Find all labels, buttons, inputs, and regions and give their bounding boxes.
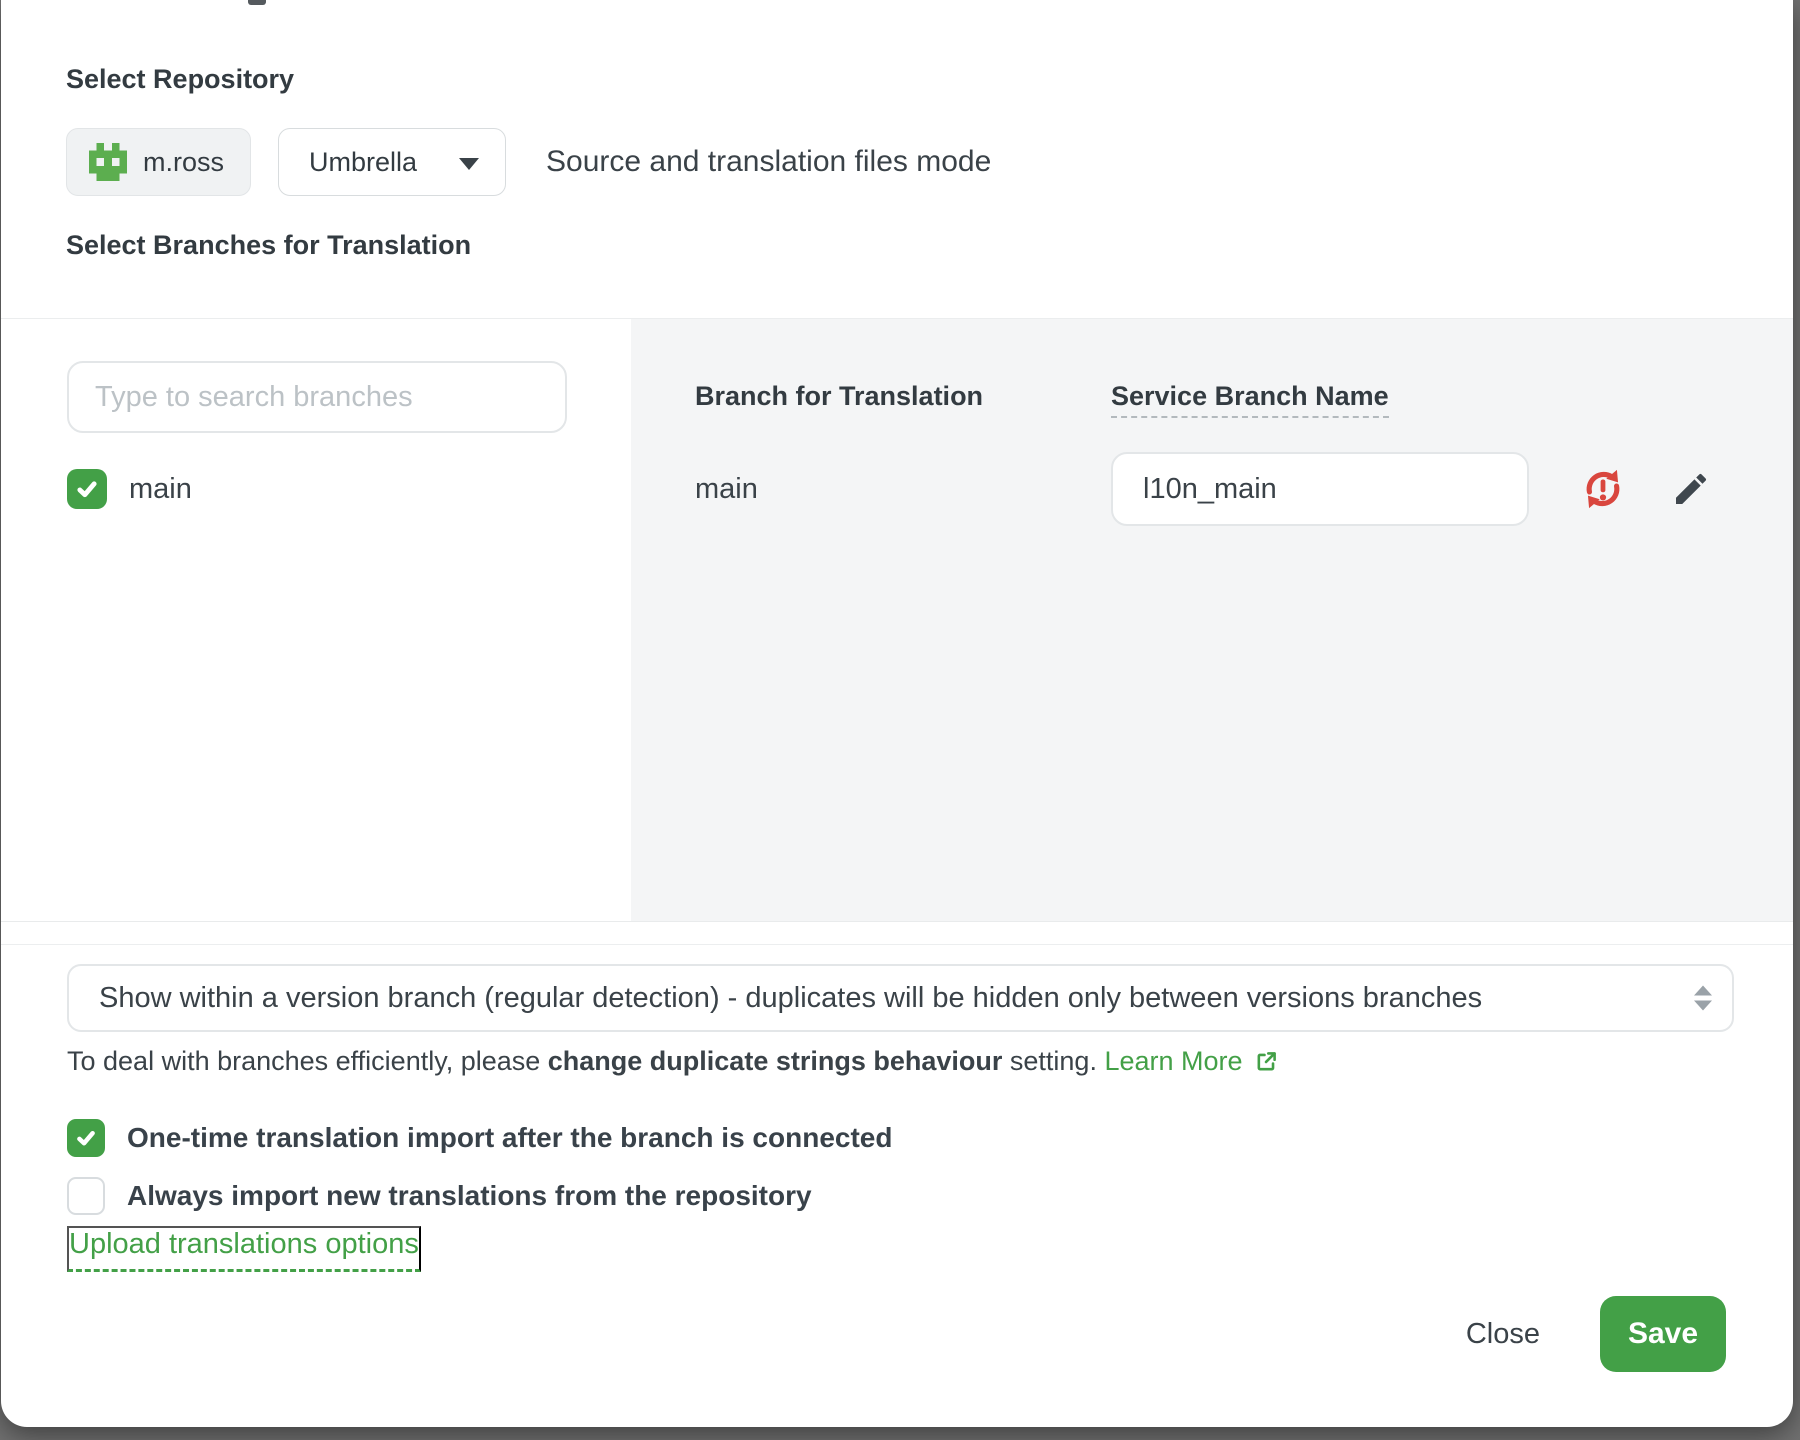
branch-name-label: main: [129, 473, 192, 506]
service-branch-row: main: [695, 452, 1793, 526]
identicon-avatar: [89, 143, 127, 181]
help-prefix: To deal with branches efficiently, pleas…: [67, 1046, 548, 1077]
repository-select[interactable]: Umbrella: [278, 128, 506, 196]
checkmark-icon: [74, 476, 100, 502]
close-button[interactable]: Close: [1460, 1308, 1546, 1361]
save-button[interactable]: Save: [1600, 1296, 1726, 1372]
select-branches-heading: Select Branches for Translation: [66, 230, 471, 261]
translation-branch-name: main: [695, 473, 1111, 506]
import-options: One-time translation import after the br…: [67, 1114, 892, 1220]
repository-settings-dialog: Select Repository m.ross Umbrella Source…: [1, 0, 1793, 1427]
dialog-footer: Close Save: [1460, 1296, 1726, 1372]
learn-more-label: Learn More: [1104, 1046, 1242, 1077]
always-import-option[interactable]: Always import new translations from the …: [67, 1172, 892, 1220]
account-name: m.ross: [143, 147, 224, 178]
service-branch-panel: Branch for Translation Service Branch Na…: [631, 319, 1793, 921]
sync-warning-icon[interactable]: [1581, 467, 1625, 511]
duplicate-strings-select-value: Show within a version branch (regular de…: [69, 982, 1732, 1015]
checkmark-icon: [74, 1126, 98, 1150]
help-bold: change duplicate strings behaviour: [548, 1046, 1003, 1077]
pencil-icon[interactable]: [1671, 469, 1711, 509]
one-time-import-label: One-time translation import after the br…: [127, 1122, 892, 1154]
service-branch-name-header: Service Branch Name: [1111, 381, 1389, 418]
chevron-down-icon: [459, 158, 479, 170]
always-import-checkbox[interactable]: [67, 1177, 105, 1215]
always-import-label: Always import new translations from the …: [127, 1180, 812, 1212]
branch-search-input[interactable]: [67, 361, 567, 433]
repository-select-value: Umbrella: [309, 147, 417, 178]
branch-for-translation-header: Branch for Translation: [695, 381, 1111, 412]
account-button[interactable]: m.ross: [66, 128, 251, 196]
duplicates-help-text: To deal with branches efficiently, pleas…: [67, 1046, 1280, 1077]
branch-checkbox[interactable]: [67, 469, 107, 509]
external-link-icon: [1253, 1048, 1280, 1075]
files-mode-label: Source and translation files mode: [546, 145, 991, 179]
service-branch-header-row: Branch for Translation Service Branch Na…: [695, 381, 1793, 412]
one-time-import-option[interactable]: One-time translation import after the br…: [67, 1114, 892, 1162]
duplicate-strings-select[interactable]: Show within a version branch (regular de…: [67, 964, 1734, 1032]
upload-translations-options-link[interactable]: Upload translations options: [67, 1226, 421, 1272]
section-divider: [1, 944, 1793, 945]
branch-list-item[interactable]: main: [67, 469, 631, 509]
branch-selection-section: main Branch for Translation Service Bran…: [1, 318, 1793, 922]
help-suffix: setting.: [1002, 1046, 1104, 1077]
repository-row: m.ross Umbrella Source and translation f…: [66, 128, 991, 196]
cutoff-element-fragment: [248, 0, 266, 5]
select-repository-heading: Select Repository: [66, 64, 294, 95]
branch-list-panel: main: [1, 319, 631, 921]
learn-more-link[interactable]: Learn More: [1104, 1046, 1279, 1077]
up-down-spinner-icon: [1694, 986, 1712, 1011]
one-time-import-checkbox[interactable]: [67, 1119, 105, 1157]
service-branch-input[interactable]: [1111, 452, 1529, 526]
